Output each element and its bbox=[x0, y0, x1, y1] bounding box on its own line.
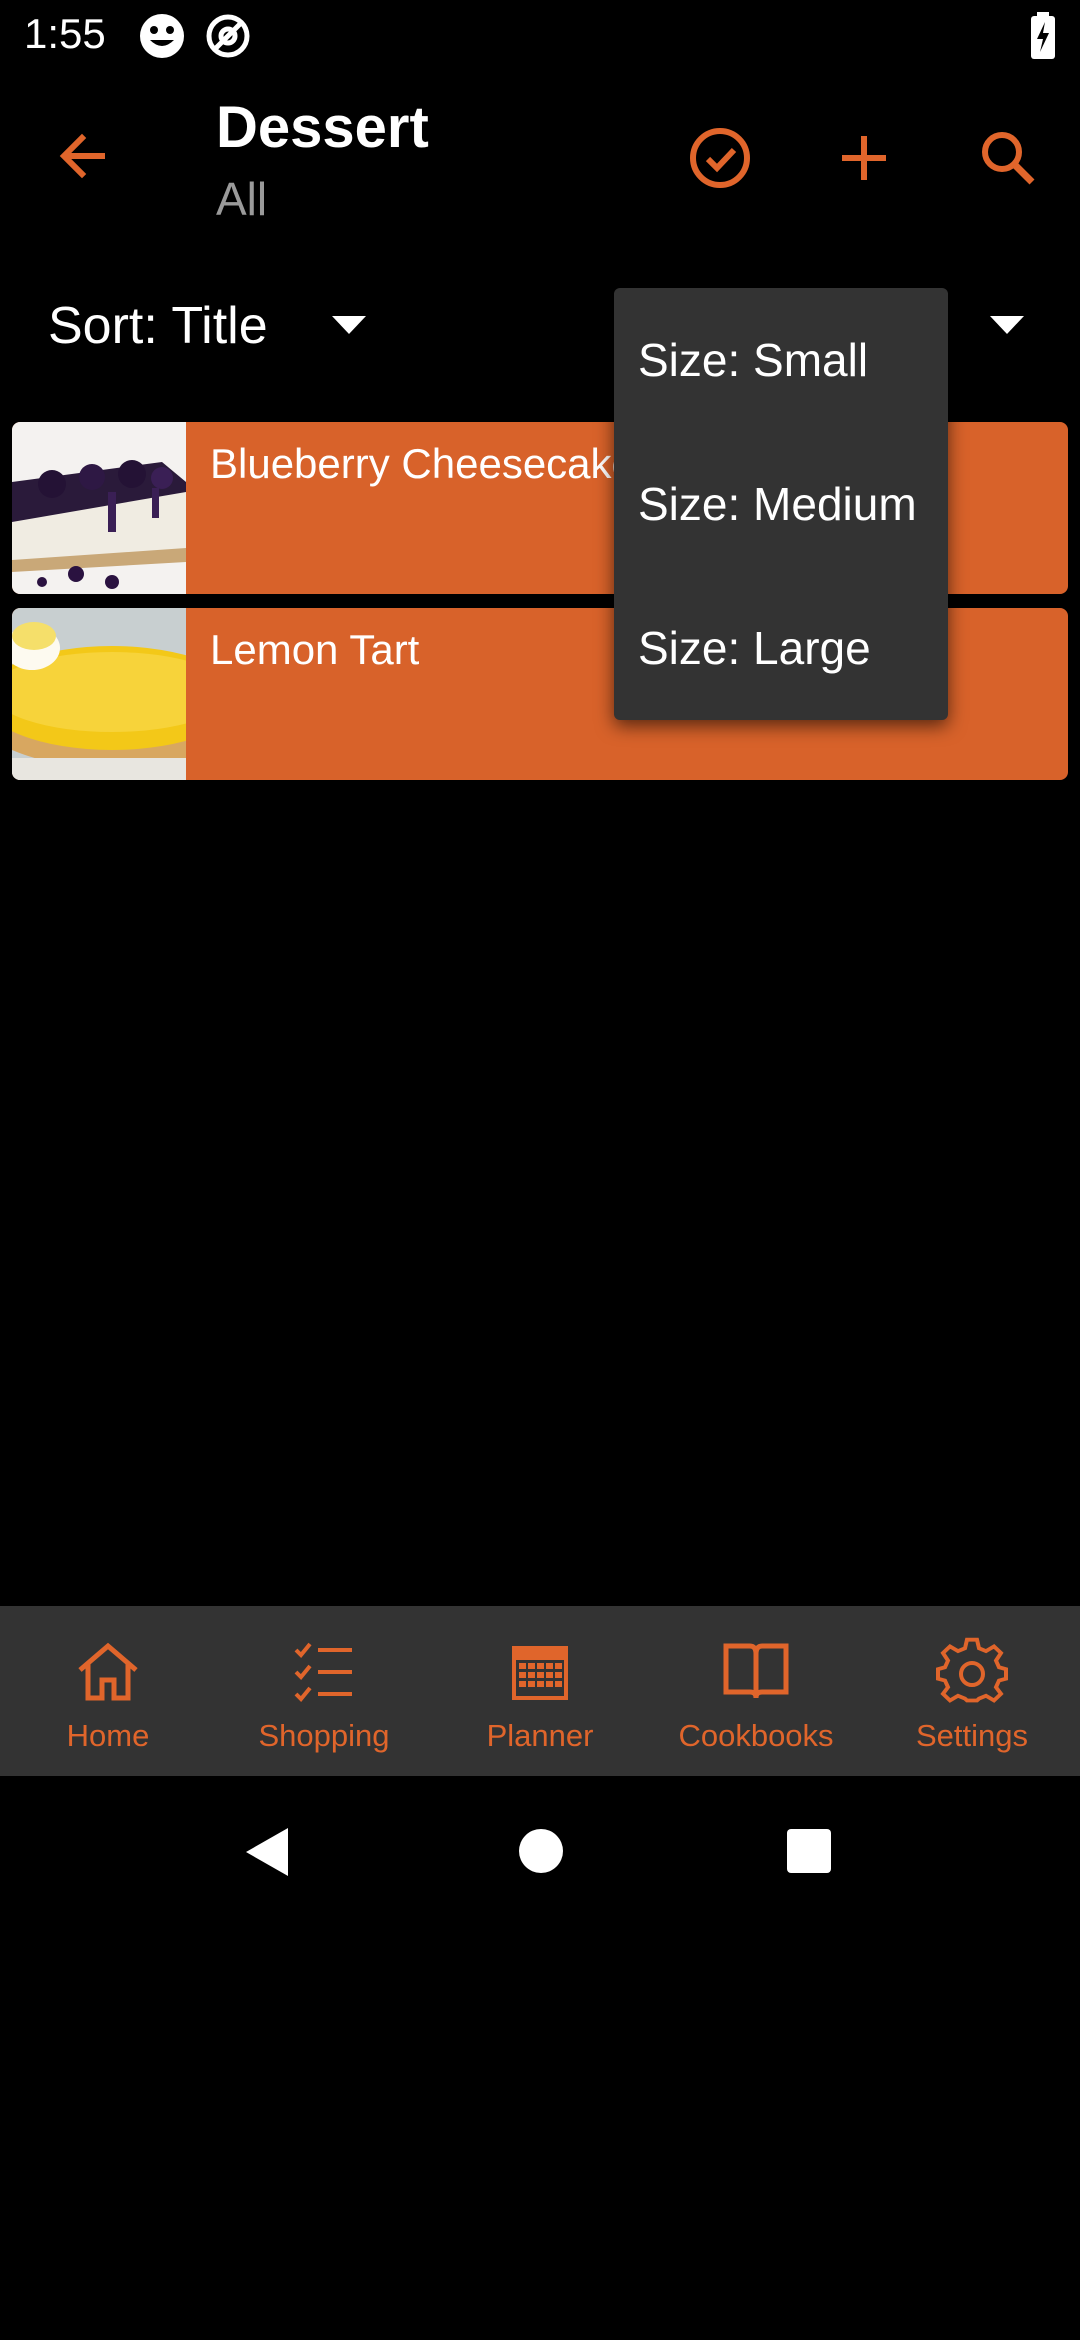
lemon-tart-photo bbox=[12, 608, 186, 780]
book-icon bbox=[723, 1643, 789, 1699]
battery-charging-icon bbox=[1031, 12, 1055, 59]
nav-label: Planner bbox=[486, 1718, 594, 1753]
plus-icon[interactable] bbox=[828, 122, 900, 194]
nav-label: Settings bbox=[915, 1718, 1028, 1753]
check-circle-icon[interactable] bbox=[684, 122, 756, 194]
nav-item-settings[interactable]: Settings bbox=[864, 1606, 1080, 1776]
back-arrow-icon[interactable] bbox=[50, 122, 118, 190]
size-dropdown-menu: Size: Small Size: Medium Size: Large bbox=[614, 288, 948, 720]
page-subtitle: All bbox=[216, 173, 268, 225]
home-circle-icon[interactable] bbox=[518, 1828, 564, 1874]
system-navigation-bar bbox=[0, 1776, 1080, 1916]
nav-item-cookbooks[interactable]: Cookbooks bbox=[648, 1606, 864, 1776]
nav-item-planner[interactable]: Planner bbox=[432, 1606, 648, 1776]
at-sign-icon bbox=[206, 14, 250, 58]
app-bar: Dessert All bbox=[0, 72, 1080, 240]
home-icon bbox=[78, 1642, 138, 1701]
nav-item-home[interactable]: Home bbox=[0, 1606, 216, 1776]
nav-item-shopping[interactable]: Shopping bbox=[216, 1606, 432, 1776]
menu-item-size-large[interactable]: Size: Large bbox=[614, 576, 948, 720]
bottom-navigation: Home Shopping Planner Cookbooks Settings bbox=[0, 1606, 1080, 1776]
checklist-icon bbox=[294, 1642, 352, 1702]
nav-label: Shopping bbox=[258, 1718, 390, 1753]
search-icon[interactable] bbox=[972, 122, 1044, 194]
menu-item-size-small[interactable]: Size: Small bbox=[614, 288, 948, 432]
calendar-icon bbox=[512, 1646, 568, 1700]
chevron-down-icon[interactable] bbox=[332, 316, 366, 336]
page-title: Dessert bbox=[216, 95, 429, 160]
size-chevron-down-icon[interactable] bbox=[990, 316, 1024, 336]
recipe-title: Blueberry Cheesecake bbox=[210, 440, 635, 487]
cheesecake-photo bbox=[12, 422, 186, 594]
status-time: 1:55 bbox=[24, 10, 106, 57]
emoji-face-icon bbox=[140, 14, 184, 58]
status-bar: 1:55 bbox=[0, 0, 1080, 72]
sort-dropdown[interactable]: Sort: Title bbox=[48, 296, 268, 356]
menu-item-size-medium[interactable]: Size: Medium bbox=[614, 432, 948, 576]
gear-icon bbox=[936, 1637, 1008, 1703]
nav-label: Home bbox=[66, 1718, 150, 1753]
back-triangle-icon[interactable] bbox=[242, 1826, 292, 1878]
recipe-title: Lemon Tart bbox=[210, 626, 420, 673]
recents-square-icon[interactable] bbox=[786, 1828, 832, 1874]
nav-label: Cookbooks bbox=[678, 1718, 834, 1753]
